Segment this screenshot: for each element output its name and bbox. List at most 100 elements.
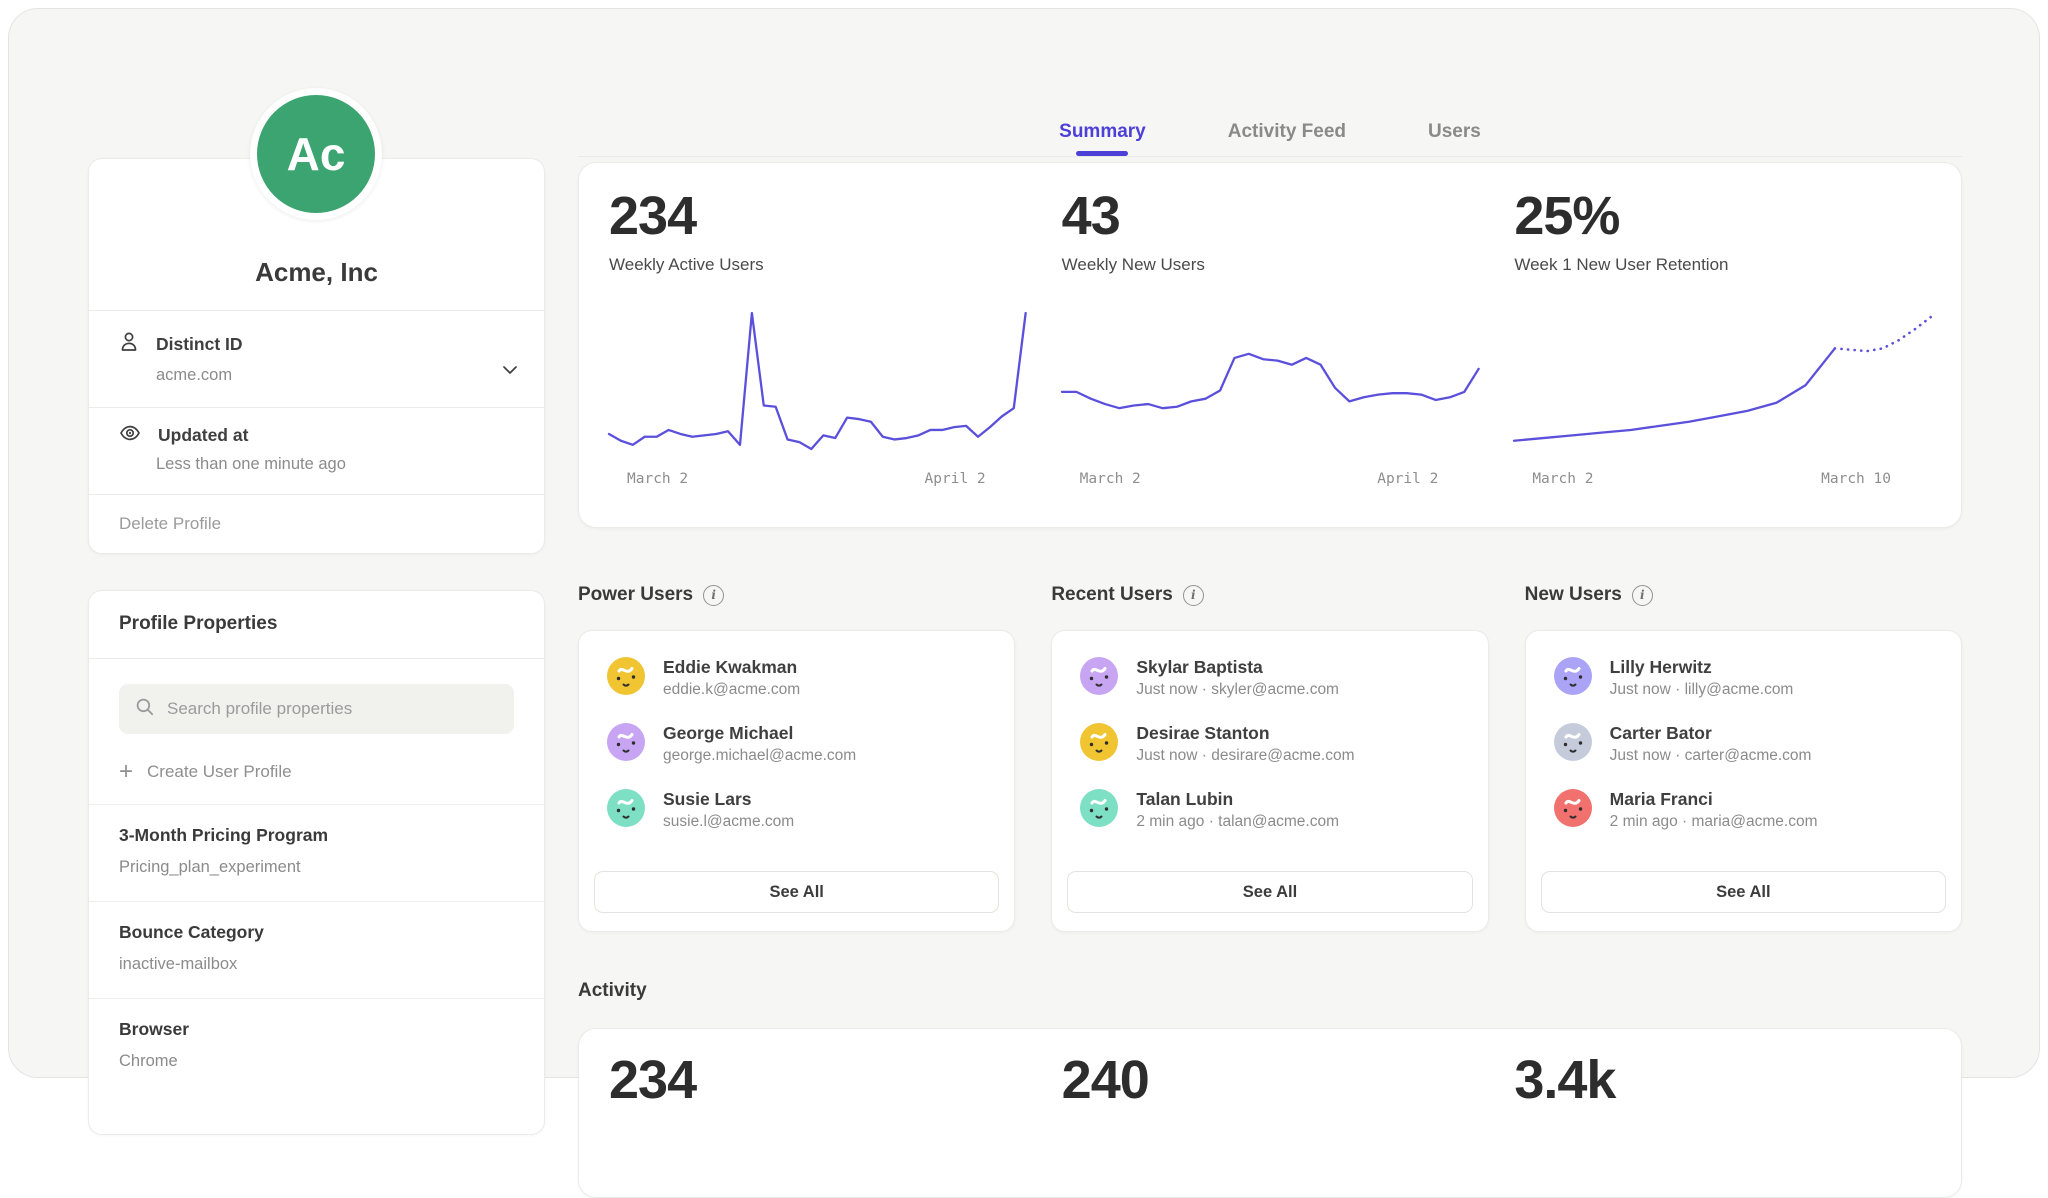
face-illustration — [1554, 723, 1592, 761]
face-illustration — [1554, 657, 1592, 695]
user-name: George Michael — [663, 723, 856, 743]
stat-label: Weekly New Users — [1062, 255, 1479, 275]
chart-x-ticks: March 2 April 2 — [1062, 471, 1479, 487]
user-name: Carter Bator — [1610, 723, 1812, 743]
user-text: Skylar BaptistaJust now · skyler@acme.co… — [1136, 657, 1339, 699]
activity-card: 234 240 3.4k — [578, 1028, 1962, 1198]
x-tick: April 2 — [1377, 471, 1438, 487]
updated-at-row: Updated at Less than one minute ago — [89, 407, 544, 494]
weekly-active-users-column: 234 Weekly Active Users March 2 April 2 — [609, 189, 1026, 527]
stat-label: Weekly Active Users — [609, 255, 1026, 275]
profile-properties-title: Profile Properties — [89, 591, 544, 658]
user-name: Maria Franci — [1610, 789, 1818, 809]
user-avatar — [607, 723, 645, 761]
recent-users-header: Recent Users i — [1051, 577, 1488, 613]
plus-icon: + — [119, 762, 133, 782]
user-avatar — [607, 657, 645, 695]
face-illustration — [1080, 723, 1118, 761]
x-tick: March 10 — [1821, 471, 1891, 487]
profile-properties-card: Profile Properties + Create User Profile… — [88, 590, 545, 1135]
face-illustration — [607, 789, 645, 827]
company-avatar: Ac — [250, 88, 382, 220]
create-user-profile-label: Create User Profile — [147, 762, 292, 782]
user-list-item[interactable]: Maria Franci 2 min ago · maria@acme.com — [1526, 789, 1961, 855]
tab-users[interactable]: Users — [1428, 108, 1481, 156]
user-list-item[interactable]: Lilly Herwitz Just now · lilly@acme.com — [1526, 657, 1961, 723]
info-icon[interactable]: i — [1183, 585, 1204, 606]
user-list-item[interactable]: Desirae StantonJust now · desirare@acme.… — [1052, 723, 1487, 789]
user-avatar — [1554, 657, 1592, 695]
user-list-item[interactable]: Susie Lars susie.l@acme.com — [579, 789, 1014, 855]
x-tick: March 2 — [1080, 471, 1141, 487]
user-list-item[interactable]: George Michael george.michael@acme.com — [579, 723, 1014, 789]
info-icon[interactable]: i — [1632, 585, 1653, 606]
summary-card: 234 Weekly Active Users March 2 April 2 … — [578, 162, 1962, 528]
user-avatar — [1080, 723, 1118, 761]
user-text: Carter Bator Just now · carter@acme.com — [1610, 723, 1812, 765]
activity-stat: 240 — [1062, 1053, 1479, 1197]
divider — [89, 658, 544, 659]
user-subtitle: Just now · skyler@acme.com — [1136, 681, 1339, 699]
tab-summary[interactable]: Summary — [1059, 108, 1146, 156]
user-text: Eddie Kwakmaneddie.k@acme.com — [663, 657, 800, 699]
search-icon — [135, 697, 155, 722]
property-row: Bounce Category inactive-mailbox — [89, 901, 544, 998]
user-cards-row: Eddie Kwakmaneddie.k@acme.com George Mich… — [578, 630, 1962, 932]
user-list-item[interactable]: Eddie Kwakmaneddie.k@acme.com — [579, 657, 1014, 723]
property-value: Chrome — [119, 1052, 514, 1071]
stat-value: 234 — [609, 189, 1026, 243]
activity-title: Activity — [578, 980, 647, 1002]
user-subtitle: george.michael@acme.com — [663, 747, 856, 765]
user-list-item[interactable]: Skylar BaptistaJust now · skyler@acme.co… — [1052, 657, 1487, 723]
user-name: Desirae Stanton — [1136, 723, 1354, 743]
see-all-button[interactable]: See All — [594, 871, 999, 913]
user-subtitle: 2 min ago · maria@acme.com — [1610, 813, 1818, 831]
property-name: 3-Month Pricing Program — [119, 825, 514, 846]
face-illustration — [1080, 657, 1118, 695]
user-subtitle: Just now · lilly@acme.com — [1610, 681, 1794, 699]
see-all-button[interactable]: See All — [1067, 871, 1472, 913]
user-name: Talan Lubin — [1136, 789, 1339, 809]
face-illustration — [1554, 789, 1592, 827]
user-subtitle: Just now · carter@acme.com — [1610, 747, 1812, 765]
user-name: Susie Lars — [663, 789, 794, 809]
company-name: Acme, Inc — [255, 257, 378, 288]
new-users-header: New Users i — [1525, 577, 1962, 613]
user-name: Eddie Kwakman — [663, 657, 800, 677]
info-icon[interactable]: i — [703, 585, 724, 606]
chevron-down-icon[interactable] — [500, 363, 520, 381]
stat-label: Week 1 New User Retention — [1514, 255, 1931, 275]
weekly-new-users-chart — [1062, 305, 1479, 455]
property-value: inactive-mailbox — [119, 955, 514, 974]
company-avatar-initials: Ac — [287, 127, 346, 181]
delete-profile-button[interactable]: Delete Profile — [89, 494, 544, 553]
profile-tabs: Summary Activity Feed Users — [578, 108, 1962, 156]
property-name: Bounce Category — [119, 922, 514, 943]
user-avatar — [1554, 789, 1592, 827]
weekly-new-users-column: 43 Weekly New Users March 2 April 2 — [1062, 189, 1479, 527]
weekly-active-users-chart — [609, 305, 1026, 455]
new-users-card: Lilly Herwitz Just now · lilly@acme.com Ca… — [1525, 630, 1962, 932]
user-list-item[interactable]: Carter Bator Just now · carter@acme.com — [1526, 723, 1961, 789]
user-list-item[interactable]: Talan Lubin 2 min ago · talan@acme.com — [1052, 789, 1487, 855]
user-text: Lilly Herwitz Just now · lilly@acme.com — [1610, 657, 1794, 699]
user-text: Maria Franci 2 min ago · maria@acme.com — [1610, 789, 1818, 831]
user-text: Talan Lubin 2 min ago · talan@acme.com — [1136, 789, 1339, 831]
see-all-button[interactable]: See All — [1541, 871, 1946, 913]
retention-column: 25% Week 1 New User Retention March 2 Ma… — [1514, 189, 1931, 527]
chart-x-ticks: March 2 March 10 — [1514, 471, 1931, 487]
create-user-profile-button[interactable]: + Create User Profile — [119, 758, 514, 786]
tab-activity-feed[interactable]: Activity Feed — [1228, 108, 1346, 156]
user-subtitle: susie.l@acme.com — [663, 813, 794, 831]
user-avatar — [1554, 723, 1592, 761]
power-users-card: Eddie Kwakmaneddie.k@acme.com George Mich… — [578, 630, 1015, 932]
x-tick: March 2 — [627, 471, 688, 487]
section-title: Recent Users — [1051, 584, 1172, 606]
property-row: 3-Month Pricing Program Pricing_plan_exp… — [89, 804, 544, 901]
user-name: Lilly Herwitz — [1610, 657, 1794, 677]
distinct-id-value: acme.com — [156, 366, 514, 385]
stat-value: 25% — [1514, 189, 1931, 243]
user-subtitle: 2 min ago · talan@acme.com — [1136, 813, 1339, 831]
search-input[interactable] — [167, 699, 498, 719]
distinct-id-label-row: Distinct ID — [119, 331, 514, 358]
